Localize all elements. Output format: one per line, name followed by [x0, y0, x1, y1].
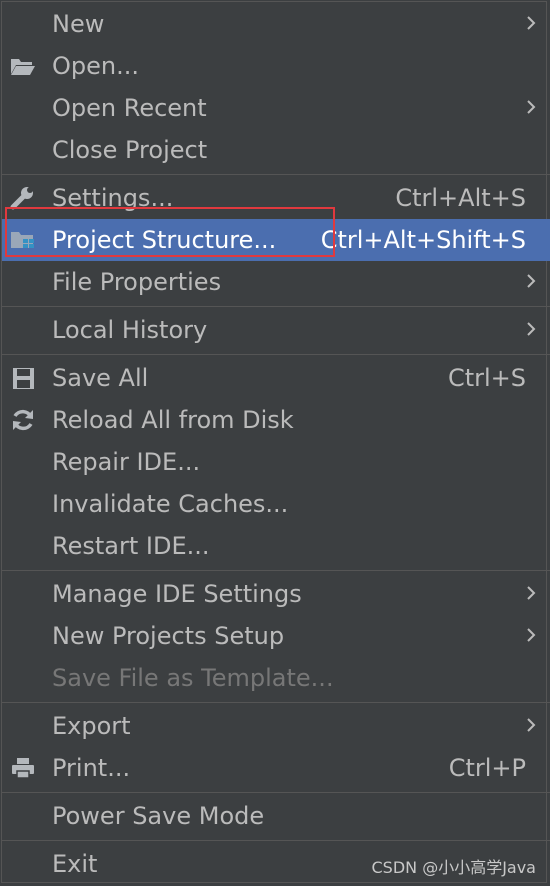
menu-separator	[2, 354, 550, 355]
chevron-right-icon	[527, 274, 536, 288]
menu-item-reload-all[interactable]: Reload All from Disk	[2, 399, 550, 441]
menu-item-label: Save File as Template...	[52, 664, 334, 692]
chevron-right-icon	[527, 718, 536, 732]
menu-separator	[2, 840, 550, 841]
menu-item-export[interactable]: Export	[2, 705, 550, 747]
menu-separator	[2, 306, 550, 307]
menu-item-shortcut: Ctrl+S	[447, 364, 526, 392]
menu-item-label: Export	[52, 712, 131, 740]
menu-item-label: Close Project	[52, 136, 208, 164]
menu-item-save-all[interactable]: Save All Ctrl+S	[2, 357, 550, 399]
menu-item-new-projects-setup[interactable]: New Projects Setup	[2, 615, 550, 657]
menu-item-label: Invalidate Caches...	[52, 490, 289, 518]
menu-item-restart-ide[interactable]: Restart IDE...	[2, 525, 550, 567]
menu-item-new[interactable]: New	[2, 3, 550, 45]
save-icon	[13, 368, 34, 389]
menu-item-label: File Properties	[52, 268, 222, 296]
annotation-highlight-box	[5, 207, 335, 257]
menu-item-label: Print...	[52, 754, 131, 782]
menu-separator	[2, 570, 550, 571]
menu-item-shortcut: Ctrl+Alt+S	[395, 184, 526, 212]
chevron-right-icon	[527, 628, 536, 642]
chevron-right-icon	[527, 586, 536, 600]
menu-item-label: New Projects Setup	[52, 622, 285, 650]
menu-item-print[interactable]: Print... Ctrl+P	[2, 747, 550, 789]
menu-item-local-history[interactable]: Local History	[2, 309, 550, 351]
menu-item-label: New	[52, 10, 105, 38]
menu-item-label: Manage IDE Settings	[52, 580, 302, 608]
menu-item-label: Reload All from Disk	[52, 406, 294, 434]
menu-separator	[2, 792, 550, 793]
chevron-right-icon	[527, 322, 536, 336]
menu-item-label: Save All	[52, 364, 149, 392]
menu-item-shortcut: Ctrl+P	[448, 754, 526, 782]
menu-separator	[2, 702, 550, 703]
menu-item-label: Exit	[52, 850, 98, 878]
menu-item-manage-ide-settings[interactable]: Manage IDE Settings	[2, 573, 550, 615]
menu-item-power-save-mode[interactable]: Power Save Mode	[2, 795, 550, 837]
menu-item-label: Power Save Mode	[52, 802, 265, 830]
menu-item-close-project[interactable]: Close Project	[2, 129, 550, 171]
menu-item-open-recent[interactable]: Open Recent	[2, 87, 550, 129]
menu-item-shortcut: Ctrl+Alt+Shift+S	[320, 226, 526, 254]
menu-item-label: Open Recent	[52, 94, 207, 122]
menu-item-label: Open...	[52, 52, 139, 80]
menu-item-open[interactable]: Open...	[2, 45, 550, 87]
menu-item-label: Repair IDE...	[52, 448, 201, 476]
menu-item-label: Local History	[52, 316, 208, 344]
file-menu: New Open... Open Recent Close Project Se…	[1, 1, 550, 883]
folder-open-icon	[11, 59, 35, 75]
menu-item-save-file-as-template: Save File as Template...	[2, 657, 550, 699]
menu-item-file-properties[interactable]: File Properties	[2, 261, 550, 303]
chevron-right-icon	[527, 16, 536, 30]
menu-item-invalidate-caches[interactable]: Invalidate Caches...	[2, 483, 550, 525]
printer-icon	[12, 758, 34, 779]
menu-item-repair-ide[interactable]: Repair IDE...	[2, 441, 550, 483]
menu-separator	[2, 174, 550, 175]
reload-icon	[13, 409, 33, 431]
menu-item-label: Restart IDE...	[52, 532, 210, 560]
chevron-right-icon	[527, 100, 536, 114]
watermark: CSDN @小小高学Java	[371, 858, 536, 877]
